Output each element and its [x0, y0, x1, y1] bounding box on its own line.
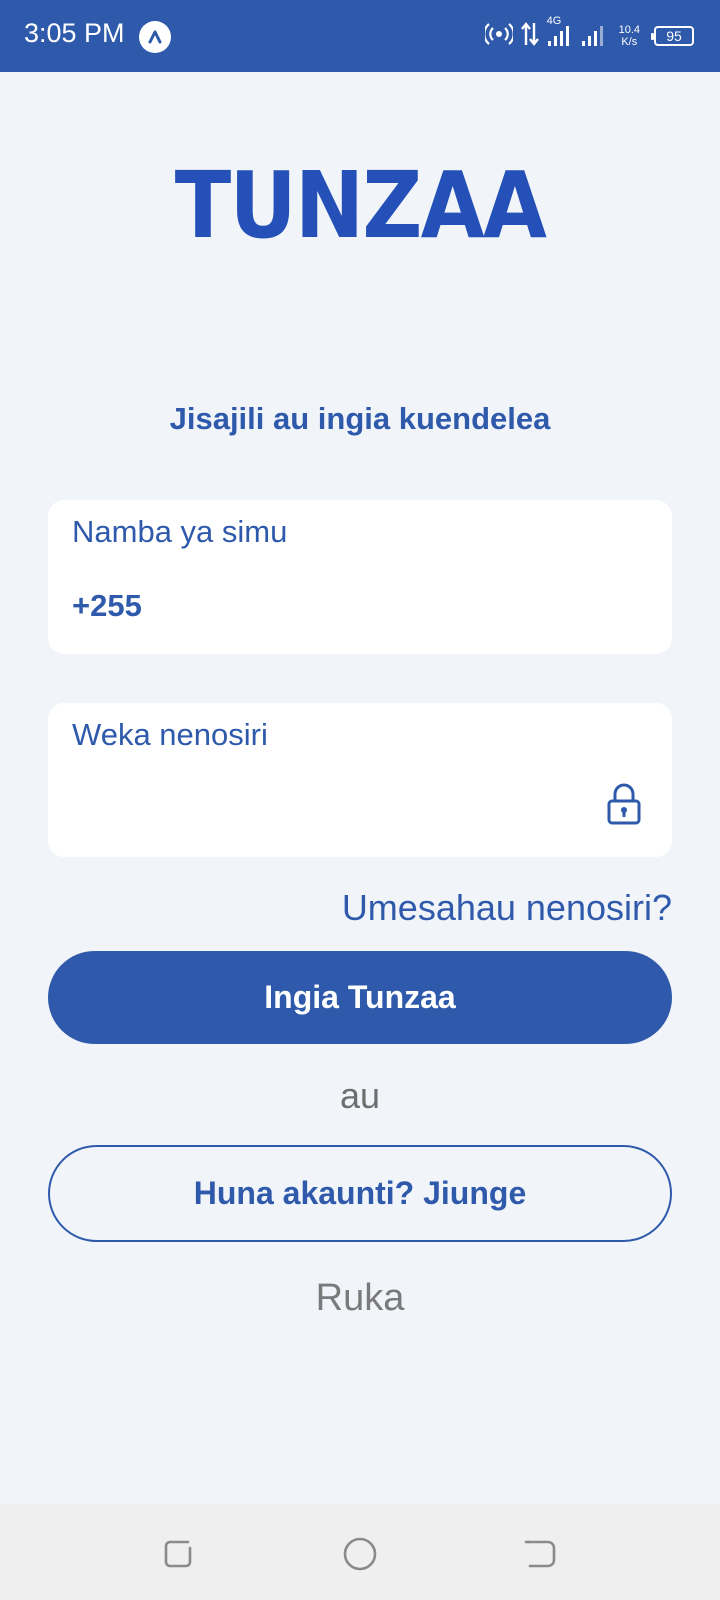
status-bar: 3:05 PM 4G 10.4 K/s 95 — [0, 0, 720, 72]
back-icon[interactable] — [520, 1534, 560, 1574]
recent-apps-icon[interactable] — [160, 1534, 200, 1574]
phone-field-value[interactable]: +255 — [72, 588, 142, 624]
app-notification-icon — [139, 21, 171, 53]
phone-field[interactable]: Namba ya simu +255 — [48, 500, 672, 654]
login-button[interactable]: Ingia Tunzaa — [48, 951, 672, 1044]
system-nav-bar — [0, 1504, 720, 1600]
or-divider-text: au — [339, 1075, 381, 1116]
battery-level: 95 — [666, 28, 682, 44]
app-logo: TUNZAA — [174, 152, 547, 259]
signup-button[interactable]: Huna akaunti? Jiunge — [48, 1145, 672, 1242]
battery-icon: 95 — [651, 26, 694, 46]
home-icon[interactable] — [340, 1534, 380, 1574]
status-time: 3:05 PM — [24, 18, 125, 48]
phone-field-label: Namba ya simu — [72, 514, 288, 549]
password-field-label: Weka nenosiri — [72, 717, 268, 752]
hotspot-icon — [482, 22, 515, 51]
signal-4g-icon: 4G — [547, 15, 573, 52]
net-speed-value: 10.4 — [618, 24, 640, 36]
status-icons: 4G 10.4 K/s 95 — [482, 15, 694, 54]
password-field[interactable]: Weka nenosiri — [48, 703, 672, 857]
net-speed-unit: K/s — [621, 36, 638, 48]
lock-icon[interactable] — [606, 783, 642, 825]
signal-icon — [581, 21, 607, 52]
forgot-password-link[interactable]: Umesahau nenosiri? — [342, 887, 672, 929]
network-type-label: 4G — [546, 14, 562, 27]
data-transfer-icon — [520, 21, 539, 52]
skip-link[interactable]: Ruka — [0, 1277, 720, 1320]
page-subtitle: Jisajili au ingia kuendelea — [169, 401, 551, 436]
net-speed: 10.4 K/s — [619, 24, 640, 48]
